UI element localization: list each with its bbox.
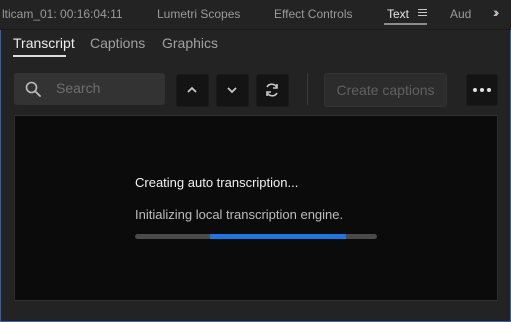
sync-button[interactable] — [256, 74, 289, 107]
create-captions-button[interactable]: Create captions — [324, 73, 447, 107]
chevron-right-double-icon[interactable]: ›› — [493, 4, 500, 20]
sync-icon — [266, 83, 278, 97]
tab-transcript[interactable]: Transcript — [13, 35, 75, 51]
menu-icon[interactable] — [418, 9, 427, 17]
next-result-button[interactable] — [216, 74, 249, 107]
tab-audio[interactable]: Aud — [450, 7, 471, 21]
status-title: Creating auto transcription... — [135, 175, 299, 190]
tab-lumetri-scopes[interactable]: Lumetri Scopes — [157, 7, 240, 21]
toolbar-divider — [307, 73, 308, 105]
panel-tab-bar: lticam_01: 00:16:04:11 Lumetri Scopes Ef… — [0, 0, 511, 30]
sub-tab-active-underline — [13, 55, 66, 57]
ellipsis-icon — [473, 88, 477, 92]
sub-tab-bar: Transcript Captions Graphics — [0, 30, 511, 60]
more-options-button[interactable] — [466, 74, 498, 106]
tab-text[interactable]: Text — [387, 7, 409, 21]
search-icon — [25, 81, 41, 97]
progress-bar — [135, 234, 377, 239]
progress-fill — [210, 234, 346, 239]
chevron-up-icon — [187, 86, 197, 93]
search-input[interactable]: Search — [14, 73, 165, 105]
tab-sequence[interactable]: lticam_01: 00:16:04:11 — [2, 7, 123, 21]
search-placeholder: Search — [56, 80, 101, 96]
tab-effect-controls[interactable]: Effect Controls — [274, 7, 352, 21]
tab-active-underline — [384, 23, 427, 25]
tab-graphics[interactable]: Graphics — [162, 35, 218, 51]
transcript-area: Creating auto transcription... Initializ… — [14, 115, 498, 301]
status-message: Initializing local transcription engine. — [135, 207, 344, 222]
tab-captions[interactable]: Captions — [90, 35, 145, 51]
previous-result-button[interactable] — [176, 74, 209, 107]
chevron-down-icon — [227, 87, 237, 94]
